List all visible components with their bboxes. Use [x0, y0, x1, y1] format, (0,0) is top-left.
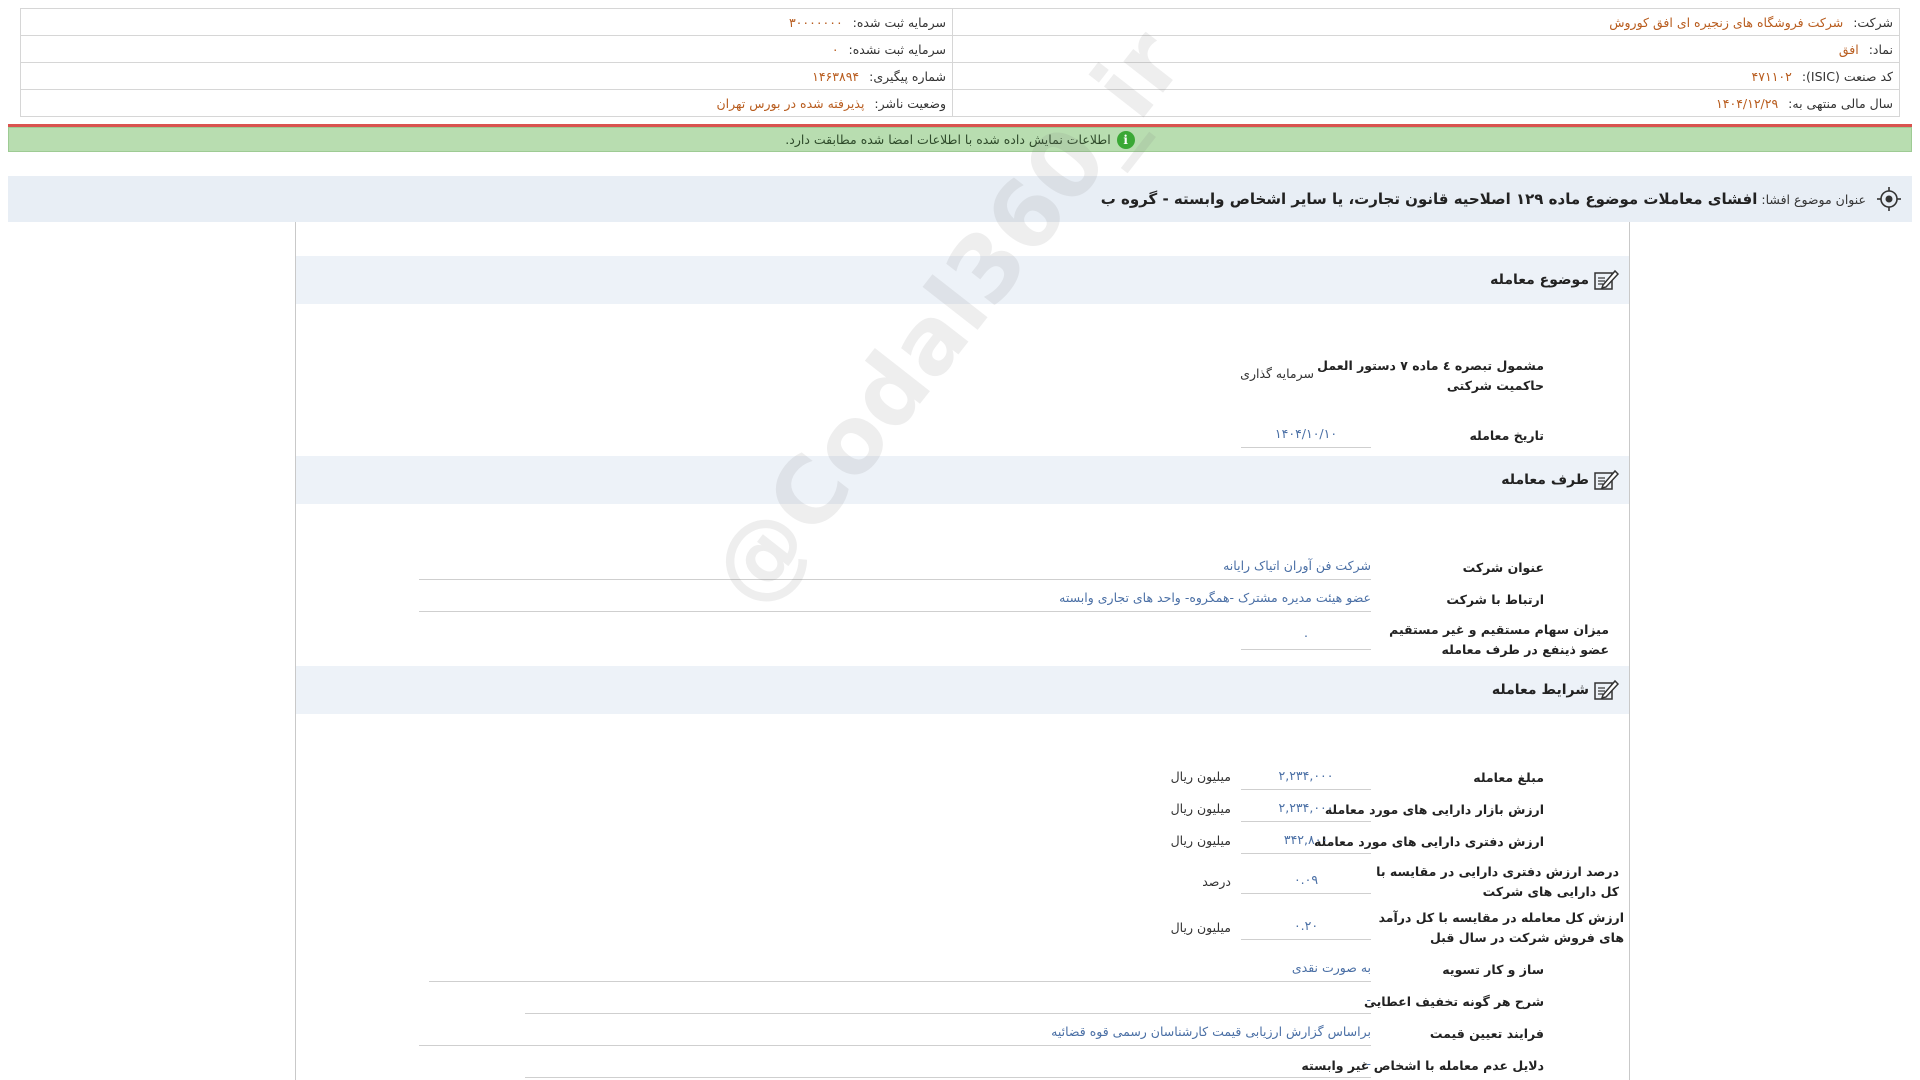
status-label: وضعیت ناشر:	[874, 95, 946, 111]
tracking-value: ۱۴۶۳۸۹۴	[812, 68, 860, 84]
info-icon: i	[1116, 130, 1135, 149]
amount-value: ۲,۲۳۴,۰۰۰	[1241, 764, 1371, 790]
field-amount: مبلغ معامله ۲,۲۳۴,۰۰۰ میلیون ریال	[294, 764, 1629, 792]
company-value: شرکت فروشگاه های زنجیره ای افق کوروش	[1609, 14, 1844, 30]
info-row-1: شرکت: شرکت فروشگاه های زنجیره ای افق کور…	[20, 8, 1900, 36]
symbol-value: افق	[1838, 41, 1859, 57]
field-party-company: عنوان شرکت شرکت فن آوران اتیاک رایانه	[294, 554, 1629, 582]
company-cell: شرکت: شرکت فروشگاه های زنجیره ای افق کور…	[952, 8, 1900, 36]
amount-unit: میلیون ریال	[1170, 769, 1231, 784]
info-row-3: کد صنعت (ISIC): ۴۷۱۱۰۲ شماره پیگیری: ۱۴۶…	[20, 62, 1900, 90]
field-governance: مشمول تبصره ٤ ماده ٧ دستور العمل حاکمیت …	[294, 354, 1629, 398]
governance-label: مشمول تبصره ٤ ماده ٧ دستور العمل حاکمیت …	[1317, 358, 1544, 393]
trade-date-value: ۱۴۰۴/۱۰/۱۰	[1241, 422, 1371, 448]
field-shares: میزان سهام مستقیم و غیر مستقیم عضو ذینفع…	[294, 618, 1629, 662]
edit-note-icon	[1594, 469, 1619, 490]
field-discount: شرح هر گونه تخفیف اعطایی -	[294, 988, 1629, 1016]
book-value-unit: میلیون ریال	[1170, 833, 1231, 848]
unreg-capital-value: ۰	[831, 41, 839, 57]
status-value: پذیرفته شده در بورس تهران	[716, 95, 865, 111]
relation-value: عضو هیئت مدیره مشترک -همگروه- واحد های ت…	[419, 586, 1371, 612]
fiscal-label: سال مالی منتهی به:	[1788, 95, 1893, 111]
field-revenue-ratio: ارزش کل معامله در مقایسه با کل درآمد های…	[294, 908, 1629, 950]
tracking-label: شماره پیگیری:	[869, 68, 946, 84]
section-header-counterparty: طرف معامله	[296, 456, 1629, 504]
company-info-table: شرکت: شرکت فروشگاه های زنجیره ای افق کور…	[20, 8, 1900, 117]
market-value-value: ۲,۲۳۴,۰۰۰	[1241, 796, 1371, 822]
subject-title: افشای معاملات موضوع ماده ۱۲۹ اصلاحیه قان…	[1100, 190, 1758, 208]
field-relation: ارتباط با شرکت عضو هیئت مدیره مشترک -همگ…	[294, 586, 1629, 614]
book-percent-value: ۰.۰۹	[1241, 868, 1371, 894]
isic-value: ۴۷۱۱۰۲	[1751, 68, 1792, 84]
book-percent-unit: درصد	[1202, 874, 1231, 889]
field-book-value: ارزش دفتری دارایی های مورد معامله ۳۴۲,۸۰…	[294, 828, 1629, 856]
unreg-capital-label: سرمایه ثبت نشده:	[848, 41, 946, 57]
status-cell: وضعیت ناشر: پذیرفته شده در بورس تهران	[20, 89, 953, 117]
section-title-counterparty: طرف معامله	[1501, 472, 1589, 488]
market-value-unit: میلیون ریال	[1170, 801, 1231, 816]
signature-confirm-bar: i اطلاعات نمایش داده شده با اطلاعات امضا…	[8, 127, 1912, 152]
field-reasons: دلایل عدم معامله با اشخاص غیر وابسته -	[294, 1052, 1629, 1080]
crosshair-icon	[1877, 187, 1901, 211]
reg-capital-cell: سرمایه ثبت شده: ۳۰۰۰۰۰۰۰	[20, 8, 953, 36]
section-title-terms: شرایط معامله	[1491, 682, 1589, 698]
governance-value: سرمایه گذاری	[1240, 366, 1314, 381]
section-title-subject: موضوع معامله	[1490, 272, 1589, 288]
section-header-terms: شرایط معامله	[296, 666, 1629, 714]
shares-value: ۰	[1241, 624, 1371, 650]
book-percent-label: درصد ارزش دفتری دارایی در مقایسه با کل د…	[1376, 864, 1619, 899]
edit-note-icon	[1594, 679, 1619, 700]
book-value-value: ۳۴۲,۸۰۰	[1241, 828, 1371, 854]
isic-label: کد صنعت (ISIC):	[1801, 68, 1893, 84]
field-book-percent: درصد ارزش دفتری دارایی در مقایسه با کل د…	[294, 862, 1629, 904]
reg-capital-label: سرمایه ثبت شده:	[852, 14, 946, 30]
unreg-capital-cell: سرمایه ثبت نشده: ۰	[20, 35, 953, 63]
fiscal-value: ۱۴۰۴/۱۲/۲۹	[1716, 95, 1779, 111]
info-row-4: سال مالی منتهی به: ۱۴۰۴/۱۲/۲۹ وضعیت ناشر…	[20, 89, 1900, 117]
tracking-cell: شماره پیگیری: ۱۴۶۳۸۹۴	[20, 62, 953, 90]
revenue-ratio-label: ارزش کل معامله در مقایسه با کل درآمد های…	[1378, 910, 1624, 945]
section-header-subject: موضوع معامله	[296, 256, 1629, 304]
subject-label: عنوان موضوع افشا:	[1761, 191, 1866, 207]
disclosure-content-panel: موضوع معامله مشمول تبصره ٤ ماده ٧ دستور …	[295, 222, 1630, 1080]
fiscal-cell: سال مالی منتهی به: ۱۴۰۴/۱۲/۲۹	[952, 89, 1900, 117]
settlement-value: به صورت نقدی	[429, 956, 1371, 982]
revenue-ratio-value: ۰.۲۰	[1241, 914, 1371, 940]
pricing-value: براساس گزارش ارزیابی قیمت کارشناسان رسمی…	[419, 1020, 1371, 1046]
party-company-value: شرکت فن آوران اتیاک رایانه	[419, 554, 1371, 580]
field-market-value: ارزش بازار دارایی های مورد معامله ۲,۲۳۴,…	[294, 796, 1629, 824]
field-pricing: فرایند تعیین قیمت براساس گزارش ارزیابی ق…	[294, 1020, 1629, 1048]
confirm-message: اطلاعات نمایش داده شده با اطلاعات امضا ش…	[785, 132, 1111, 147]
revenue-ratio-unit: میلیون ریال	[1170, 920, 1231, 935]
shares-label: میزان سهام مستقیم و غیر مستقیم عضو ذینفع…	[1389, 622, 1609, 657]
reg-capital-value: ۳۰۰۰۰۰۰۰	[788, 14, 843, 30]
disclosure-subject-bar: عنوان موضوع افشا: افشای معاملات موضوع ما…	[8, 176, 1912, 222]
reasons-value: -	[525, 1052, 1371, 1078]
symbol-cell: نماد: افق	[952, 35, 1900, 63]
edit-note-icon	[1594, 269, 1619, 290]
isic-cell: کد صنعت (ISIC): ۴۷۱۱۰۲	[952, 62, 1900, 90]
field-trade-date: تاریخ معامله ۱۴۰۴/۱۰/۱۰	[294, 422, 1629, 450]
company-label: شرکت:	[1853, 14, 1893, 30]
info-row-2: نماد: افق سرمایه ثبت نشده: ۰	[20, 35, 1900, 63]
symbol-label: نماد:	[1868, 41, 1893, 57]
discount-value: -	[525, 988, 1371, 1014]
field-settlement: ساز و کار تسویه به صورت نقدی	[294, 956, 1629, 984]
